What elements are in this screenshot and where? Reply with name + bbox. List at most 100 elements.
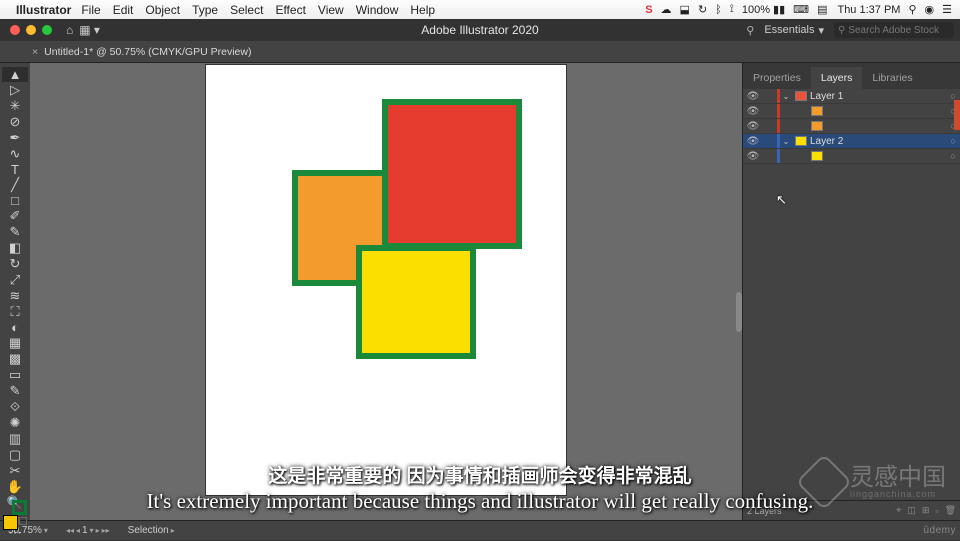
curvature-tool[interactable]: ∿ <box>2 146 28 162</box>
free-transform-tool[interactable]: ⛶ <box>2 304 28 320</box>
app-title: Adobe Illustrator 2020 <box>421 23 538 37</box>
bulb-icon[interactable]: ⚲ <box>746 24 754 37</box>
fullscreen-button[interactable] <box>42 25 52 35</box>
status-s-icon[interactable]: S <box>645 4 652 16</box>
menubar-clock[interactable]: Thu 1:37 PM <box>837 4 900 16</box>
menu-type[interactable]: Type <box>192 3 218 17</box>
paintbrush-tool[interactable]: ✐ <box>2 208 28 224</box>
layer-child-row[interactable]: 👁○ <box>743 104 960 119</box>
scale-tool[interactable]: ⤢ <box>2 272 28 288</box>
rotate-tool[interactable]: ↻ <box>2 256 28 272</box>
mesh-tool[interactable]: ▩ <box>2 351 28 367</box>
layer-thumbnail[interactable] <box>811 106 823 116</box>
slice-tool[interactable]: ✂ <box>2 463 28 479</box>
current-tool[interactable]: Selection ▸ <box>124 525 179 536</box>
locate-object-icon[interactable]: ⌖ <box>896 505 901 516</box>
menu-select[interactable]: Select <box>230 3 263 17</box>
close-tab-icon[interactable]: × <box>32 46 38 58</box>
layer-child-row[interactable]: 👁○ <box>743 149 960 164</box>
menu-view[interactable]: View <box>318 3 344 17</box>
pen-tool[interactable]: ✒ <box>2 130 28 146</box>
status-sync-icon[interactable]: ↻ <box>698 3 707 16</box>
status-cloud-icon[interactable]: ☁︎ <box>661 3 672 16</box>
menu-effect[interactable]: Effect <box>275 3 305 17</box>
edit-toolbar-icon[interactable]: ⋯ <box>2 525 28 541</box>
scrollbar-vertical[interactable] <box>736 292 742 332</box>
layer-thumbnail[interactable] <box>795 136 807 146</box>
tab-properties[interactable]: Properties <box>743 67 811 89</box>
type-tool[interactable]: T <box>2 162 28 177</box>
home-icon[interactable]: ⌂ <box>66 23 73 37</box>
shaper-tool[interactable]: ✎ <box>2 224 28 240</box>
layer-row[interactable]: 👁 ⌄ Layer 2○ <box>743 134 960 149</box>
artboard-tool[interactable]: ▢ <box>2 447 28 463</box>
canvas-area[interactable] <box>30 63 742 520</box>
visibility-toggle-icon[interactable]: 👁 <box>743 91 763 102</box>
disclosure-icon[interactable]: ⌄ <box>780 92 792 101</box>
menu-help[interactable]: Help <box>410 3 435 17</box>
layer-thumbnail[interactable] <box>811 121 823 131</box>
status-dropbox-icon[interactable]: ⬓ <box>680 3 690 16</box>
visibility-toggle-icon[interactable]: 👁 <box>743 106 763 117</box>
column-graph-tool[interactable]: ▥ <box>2 431 28 447</box>
eraser-tool[interactable]: ◧ <box>2 240 28 256</box>
visibility-toggle-icon[interactable]: 👁 <box>743 136 763 147</box>
create-sublayer-icon[interactable]: ⊞ <box>922 505 930 516</box>
line-tool[interactable]: ╱ <box>2 177 28 193</box>
status-siri-icon[interactable]: ◉ <box>925 3 935 16</box>
artboard[interactable] <box>206 65 566 495</box>
selection-tool[interactable]: ▲ <box>2 67 28 82</box>
visibility-toggle-icon[interactable]: 👁 <box>743 151 763 162</box>
document-tab[interactable]: × Untitled-1* @ 50.75% (CMYK/GPU Preview… <box>32 46 251 58</box>
tab-libraries[interactable]: Libraries <box>862 67 922 89</box>
battery-percent: 100% <box>742 4 770 16</box>
rectangle-tool[interactable]: □ <box>2 193 28 208</box>
magic-wand-tool[interactable]: ✳ <box>2 98 28 114</box>
layer-thumbnail[interactable] <box>795 91 807 101</box>
direct-selection-tool[interactable]: ▷ <box>2 82 28 98</box>
layer-child-row[interactable]: 👁○ <box>743 119 960 134</box>
tab-layers[interactable]: Layers <box>811 67 863 89</box>
gradient-tool[interactable]: ▭ <box>2 367 28 383</box>
layer-thumbnail[interactable] <box>811 151 823 161</box>
delete-layer-icon[interactable]: 🗑 <box>945 505 956 516</box>
status-wifi-icon[interactable]: ⟟ <box>730 3 734 16</box>
layer-row[interactable]: 👁⌄Layer 1○ <box>743 89 960 104</box>
hand-tool[interactable]: ✋ <box>2 479 28 495</box>
target-icon[interactable]: ○ <box>946 136 960 146</box>
layer-name[interactable]: Layer 1 <box>810 91 946 102</box>
app-name[interactable]: Illustrator <box>16 3 71 17</box>
status-bluetooth-icon[interactable]: ᛒ <box>715 4 722 16</box>
layer-name[interactable]: Layer 2 <box>810 136 946 147</box>
menu-object[interactable]: Object <box>145 3 180 17</box>
menu-edit[interactable]: Edit <box>113 3 134 17</box>
workspace-switcher[interactable]: Essentials ▾ <box>764 24 824 37</box>
rectangle-yellow[interactable] <box>356 245 476 359</box>
rectangle-red[interactable] <box>382 99 522 249</box>
status-input-icon[interactable]: ⌨ <box>793 3 809 16</box>
new-layer-icon[interactable]: ▫ <box>935 506 938 516</box>
symbol-sprayer-tool[interactable]: ✺ <box>2 415 28 431</box>
status-flag-icon[interactable]: ▤ <box>817 3 827 16</box>
status-spotlight-icon[interactable]: ⚲ <box>908 3 916 16</box>
minimize-button[interactable] <box>26 25 36 35</box>
arrange-icon[interactable]: ▦ ▾ <box>79 23 100 37</box>
width-tool[interactable]: ≋ <box>2 288 28 304</box>
blend-tool[interactable]: ⟐ <box>2 399 28 415</box>
eyedropper-tool[interactable]: ✎ <box>2 383 28 399</box>
stroke-swatch[interactable] <box>12 500 27 515</box>
status-battery[interactable]: 100% ▮▮ <box>742 3 785 16</box>
visibility-toggle-icon[interactable]: 👁 <box>743 121 763 132</box>
target-icon[interactable]: ○ <box>946 151 960 161</box>
menu-file[interactable]: File <box>81 3 100 17</box>
make-clipping-mask-icon[interactable]: ◫ <box>907 505 916 516</box>
lasso-tool[interactable]: ⊘ <box>2 114 28 130</box>
close-button[interactable] <box>10 25 20 35</box>
shape-builder-tool[interactable]: ◐ <box>2 320 28 335</box>
stock-search[interactable]: ⚲Search Adobe Stock <box>834 22 954 38</box>
disclosure-icon[interactable]: ⌄ <box>780 137 792 146</box>
menu-window[interactable]: Window <box>356 3 399 17</box>
perspective-grid-tool[interactable]: ▦ <box>2 335 28 351</box>
artboard-nav[interactable]: ◂◂ ◂ 1 ▾ ▸ ▸▸ <box>62 525 114 536</box>
status-notifications-icon[interactable]: ☰ <box>942 3 952 16</box>
